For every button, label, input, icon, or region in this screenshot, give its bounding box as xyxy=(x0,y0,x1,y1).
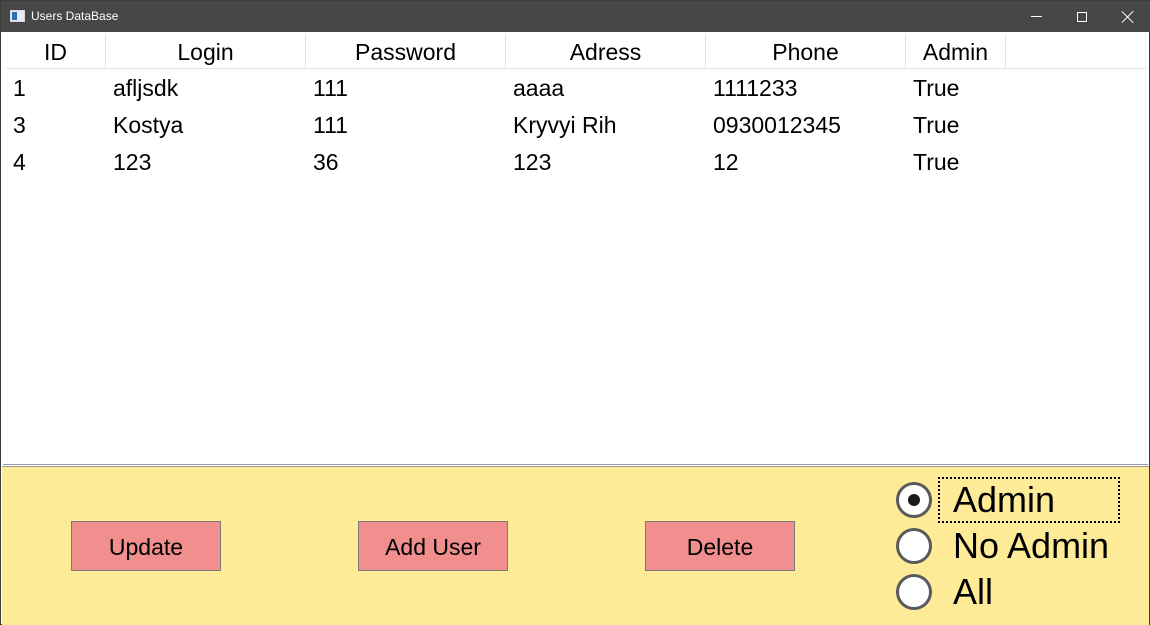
cell-admin[interactable]: True xyxy=(906,144,1006,181)
cell-login[interactable]: afljsdk xyxy=(106,70,306,107)
radio-label-admin[interactable]: Admin xyxy=(953,479,1055,521)
cell-id[interactable]: 1 xyxy=(6,70,106,107)
cell-admin[interactable]: True xyxy=(906,70,1006,107)
cell-login[interactable]: 123 xyxy=(106,144,306,181)
add-user-button[interactable]: Add User xyxy=(358,521,508,571)
maximize-icon xyxy=(1077,11,1087,22)
title-bar[interactable]: Users DataBase xyxy=(1,1,1150,32)
cell-login[interactable]: Kostya xyxy=(106,107,306,144)
grid-rows: 1 afljsdk 111 aaaa 1111233 True 3 Kostya… xyxy=(6,70,1146,181)
radio-no-admin[interactable]: No Admin xyxy=(896,525,1136,567)
cell-adress[interactable]: 123 xyxy=(506,144,706,181)
radio-label-all[interactable]: All xyxy=(953,571,993,613)
cell-admin[interactable]: True xyxy=(906,107,1006,144)
table-row[interactable]: 4 123 36 123 12 True xyxy=(6,144,1146,181)
cell-phone[interactable]: 1111233 xyxy=(706,70,906,107)
grid-header: ID Login Password Adress Phone Admin xyxy=(6,34,1146,69)
users-data-grid[interactable]: ID Login Password Adress Phone Admin 1 a… xyxy=(3,34,1148,465)
minimize-button[interactable] xyxy=(1013,1,1059,32)
update-button[interactable]: Update xyxy=(71,521,221,571)
column-header-adress[interactable]: Adress xyxy=(506,34,706,69)
radio-selected-dot xyxy=(908,494,920,506)
cell-phone[interactable]: 12 xyxy=(706,144,906,181)
column-header-phone[interactable]: Phone xyxy=(706,34,906,69)
column-header-admin[interactable]: Admin xyxy=(906,34,1006,69)
table-row[interactable]: 1 afljsdk 111 aaaa 1111233 True xyxy=(6,70,1146,107)
cell-adress[interactable]: Kryvyi Rih xyxy=(506,107,706,144)
controls-panel: Update Add User Delete Admin No Admin Al… xyxy=(2,466,1149,625)
radio-all[interactable]: All xyxy=(896,571,1136,613)
close-button[interactable] xyxy=(1105,1,1150,32)
radio-circle[interactable] xyxy=(896,482,932,518)
cell-password[interactable]: 111 xyxy=(306,70,506,107)
column-header-login[interactable]: Login xyxy=(106,34,306,69)
cell-password[interactable]: 111 xyxy=(306,107,506,144)
app-icon xyxy=(10,10,25,22)
delete-button[interactable]: Delete xyxy=(645,521,795,571)
close-icon xyxy=(1122,11,1134,23)
cell-password[interactable]: 36 xyxy=(306,144,506,181)
maximize-button[interactable] xyxy=(1059,1,1105,32)
app-window: Users DataBase ID Login Password Adress … xyxy=(0,0,1150,625)
radio-circle[interactable] xyxy=(896,528,932,564)
cell-phone[interactable]: 0930012345 xyxy=(706,107,906,144)
window-title: Users DataBase xyxy=(31,9,119,23)
radio-admin[interactable]: Admin xyxy=(896,477,1136,523)
cell-id[interactable]: 3 xyxy=(6,107,106,144)
radio-circle[interactable] xyxy=(896,574,932,610)
column-header-password[interactable]: Password xyxy=(306,34,506,69)
column-header-id[interactable]: ID xyxy=(6,34,106,69)
cell-id[interactable]: 4 xyxy=(6,144,106,181)
cell-adress[interactable]: aaaa xyxy=(506,70,706,107)
table-row[interactable]: 3 Kostya 111 Kryvyi Rih 0930012345 True xyxy=(6,107,1146,144)
minimize-icon xyxy=(1030,16,1042,17)
radio-label-no-admin[interactable]: No Admin xyxy=(953,525,1109,567)
